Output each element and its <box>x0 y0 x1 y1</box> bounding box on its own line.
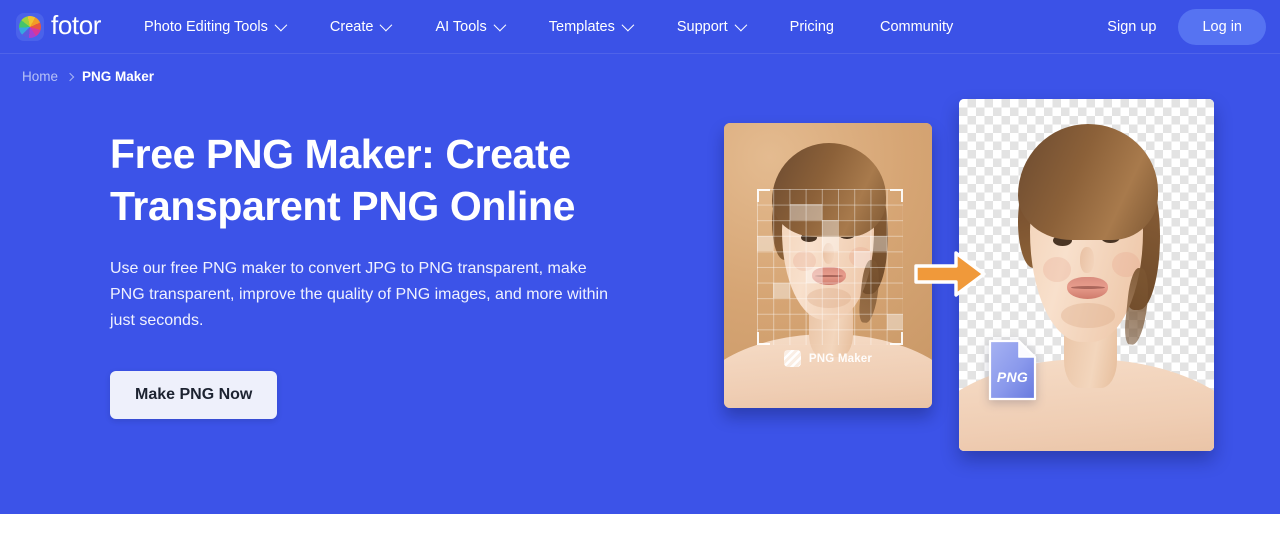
nav-item-label: Pricing <box>789 18 834 35</box>
hero-copy-block: Free PNG Maker: Create Transparent PNG O… <box>110 128 630 419</box>
nav-item-templates[interactable]: Templates <box>526 0 654 53</box>
nav-item-label: Templates <box>548 18 615 35</box>
fotor-color-wheel-logo-icon <box>16 12 44 41</box>
selection-grid-overlay <box>757 188 903 346</box>
log-in-button[interactable]: Log in <box>1178 8 1266 45</box>
chevron-down-icon <box>379 18 393 32</box>
chevron-down-icon <box>274 18 288 32</box>
hero-subtitle: Use our free PNG maker to convert JPG to… <box>110 260 608 329</box>
nav-item-support[interactable]: Support <box>654 0 767 53</box>
crop-corner-top-left <box>757 188 771 202</box>
chevron-right-icon <box>65 72 75 81</box>
brand-logo-link[interactable]: fotor <box>16 12 101 41</box>
header-account-actions: Sign up Log in <box>1089 8 1266 45</box>
main-navigation: Photo Editing Tools Create AI Tools Temp… <box>121 0 976 53</box>
page-root: fotor Photo Editing Tools Create AI Tool… <box>0 0 1280 545</box>
chevron-down-icon <box>493 18 507 32</box>
nav-item-label: AI Tools <box>435 18 487 35</box>
png-maker-watermark: PNG Maker <box>724 350 932 367</box>
nav-item-label: Support <box>676 18 728 35</box>
site-header: fotor Photo Editing Tools Create AI Tool… <box>0 0 1280 54</box>
nav-item-photo-editing-tools[interactable]: Photo Editing Tools <box>121 0 307 53</box>
make-png-now-button[interactable]: Make PNG Now <box>110 371 278 419</box>
nav-item-pricing[interactable]: Pricing <box>767 0 857 53</box>
before-image-card[interactable]: PNG Maker <box>724 123 932 408</box>
nav-item-label: Photo Editing Tools <box>144 18 268 35</box>
nav-item-create[interactable]: Create <box>307 0 413 53</box>
brand-name: fotor <box>51 10 102 40</box>
hero-before-after-visual: PNG Maker PNG <box>700 84 1260 464</box>
crop-corner-bottom-right <box>889 332 903 346</box>
breadcrumb: Home PNG Maker <box>22 69 154 84</box>
nav-item-label: Create <box>329 18 374 35</box>
page-title: Free PNG Maker: Create Transparent PNG O… <box>110 131 576 229</box>
crop-corner-top-right <box>889 188 903 202</box>
chevron-down-icon <box>734 18 747 32</box>
breadcrumb-item-current: PNG Maker <box>82 69 155 84</box>
nav-item-community[interactable]: Community <box>857 0 976 53</box>
breadcrumb-item-home[interactable]: Home <box>22 69 58 84</box>
sign-up-button[interactable]: Sign up <box>1089 11 1174 43</box>
page-content-below-hero <box>0 514 1280 545</box>
watermark-label: PNG Maker <box>808 352 873 365</box>
crop-corner-bottom-left <box>757 332 771 346</box>
nav-item-ai-tools[interactable]: AI Tools <box>412 0 525 53</box>
nav-item-label: Community <box>879 18 954 35</box>
png-badge-label: PNG <box>996 369 1029 385</box>
diagonal-stripes-icon <box>783 350 801 367</box>
png-file-icon: PNG <box>988 338 1037 402</box>
chevron-down-icon <box>621 18 635 32</box>
right-arrow-icon <box>914 248 986 300</box>
